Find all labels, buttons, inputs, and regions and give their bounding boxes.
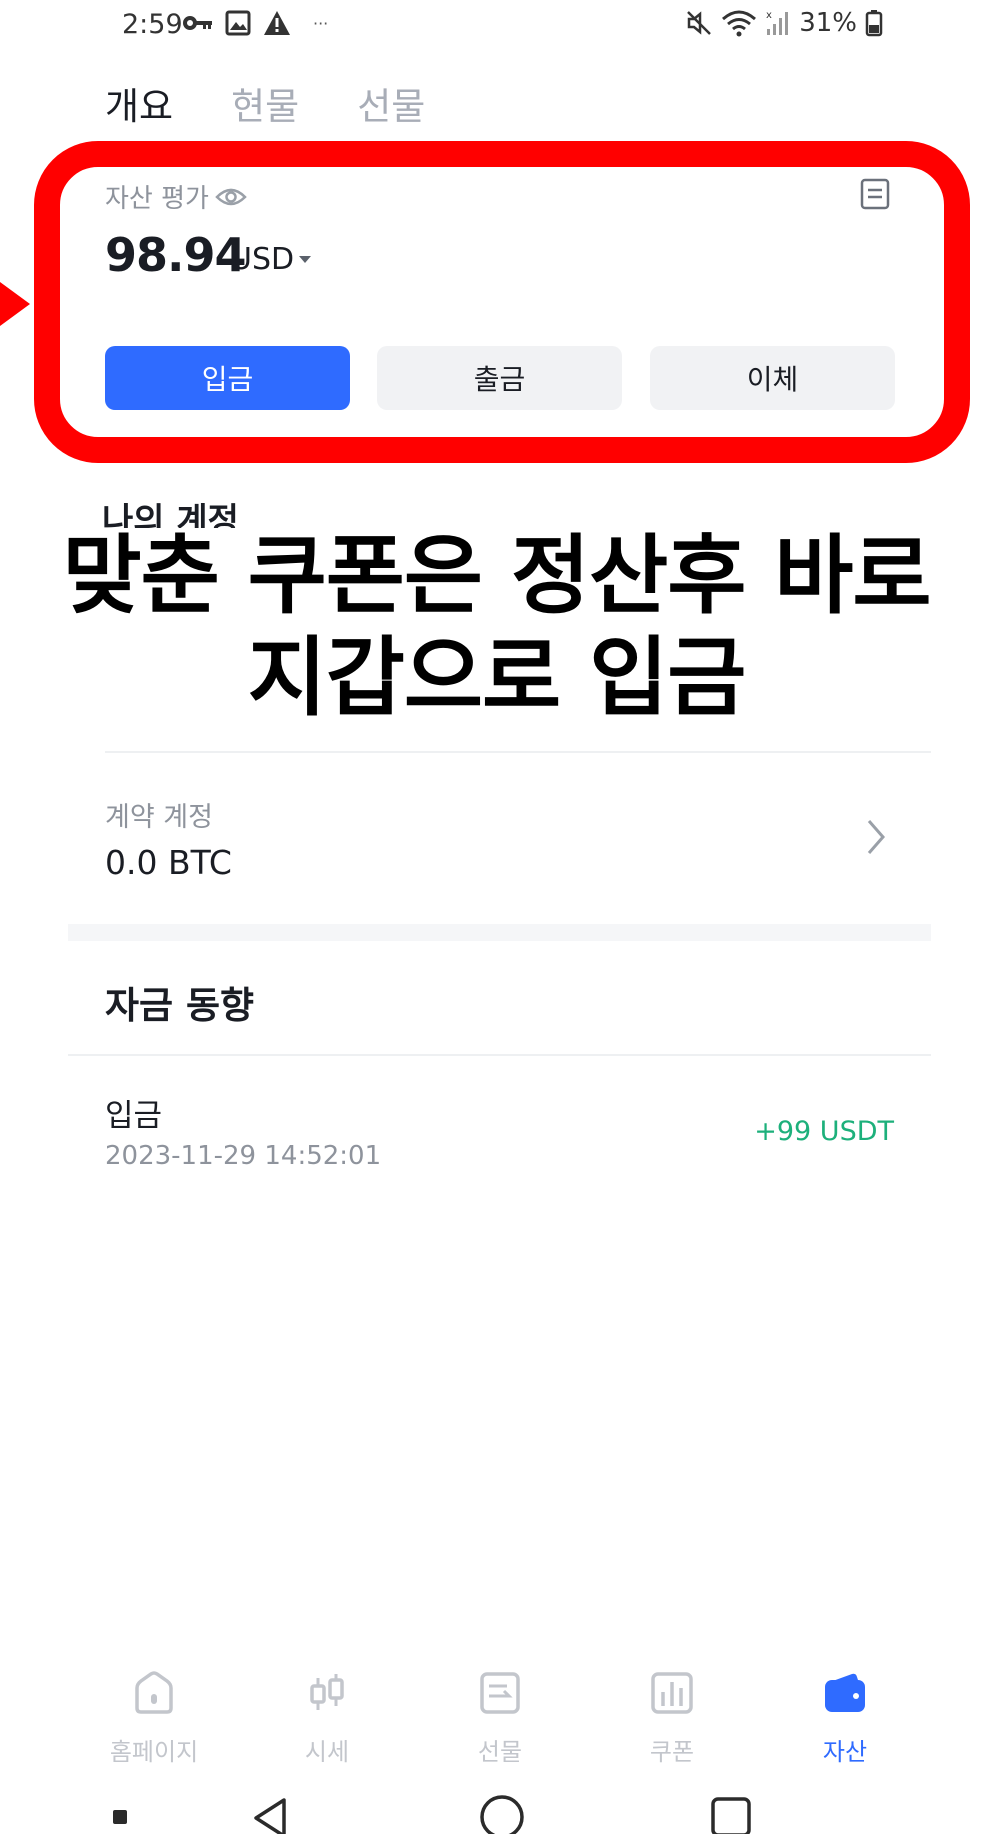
nav-label: 쿠폰	[649, 1738, 695, 1766]
key-icon	[183, 16, 212, 30]
contract-account-value: 0.0 BTC	[105, 843, 232, 882]
tab-overview[interactable]: 개요	[105, 76, 173, 130]
bottom-navigation: 홈페이지 시세 선물 쿠폰 자산	[0, 1670, 993, 1780]
tab-futures[interactable]: 선물	[357, 76, 425, 130]
nav-label: 자산	[822, 1738, 868, 1766]
recent-apps-icon[interactable]	[710, 1796, 752, 1834]
withdraw-button[interactable]: 출금	[377, 346, 622, 410]
my-account-title: 나의 계정	[102, 500, 239, 528]
asset-amount: 98.94	[105, 228, 247, 282]
coupon-chart-icon	[651, 1672, 693, 1714]
asset-valuation-label: 자산 평가	[105, 178, 247, 215]
svg-text:x: x	[766, 10, 772, 21]
back-icon[interactable]	[250, 1796, 290, 1834]
status-notification-icons: ···	[183, 10, 328, 36]
status-dot-icon	[113, 1810, 127, 1824]
divider	[68, 1054, 931, 1056]
system-navigation-bar	[0, 1790, 993, 1834]
caption-line-1: 맞춘 쿠폰은 정산후 바로	[62, 526, 931, 626]
wifi-icon	[722, 10, 757, 37]
asset-tabs: 개요 현물 선물	[105, 76, 425, 130]
caret-down-icon[interactable]	[298, 252, 312, 266]
image-icon	[225, 10, 251, 36]
nav-label: 선물	[477, 1738, 523, 1766]
candlestick-icon	[310, 1674, 344, 1710]
status-bar: 2:59 ··· x 31%	[0, 0, 993, 52]
nav-item-futures[interactable]: 선물	[430, 1670, 570, 1767]
signal-icon: x	[766, 10, 789, 35]
battery-icon	[865, 10, 883, 37]
record-date: 2023-11-29 14:52:01	[105, 1141, 382, 1171]
record-amount: +99 USDT	[754, 1116, 894, 1147]
record-type: 입금	[105, 1098, 163, 1134]
warning-icon	[264, 11, 290, 35]
home-button-icon[interactable]	[479, 1794, 525, 1834]
chevron-right-icon[interactable]	[866, 818, 886, 856]
transfer-button[interactable]: 이체	[650, 346, 895, 410]
nav-item-assets[interactable]: 자산	[775, 1670, 915, 1767]
tab-spot[interactable]: 현물	[231, 76, 299, 130]
contract-account-label: 계약 계정	[105, 802, 213, 833]
asset-unit[interactable]: USD	[230, 242, 294, 277]
status-time: 2:59	[122, 9, 183, 40]
funds-flow-title: 자금 동향	[105, 984, 255, 1027]
home-icon	[135, 1671, 173, 1714]
highlight-pointer	[0, 282, 30, 326]
ledger-icon[interactable]	[860, 178, 890, 210]
status-system-icons: x 31%	[685, 8, 883, 38]
eye-icon[interactable]	[215, 186, 247, 208]
nav-label: 시세	[304, 1738, 350, 1766]
futures-icon	[480, 1672, 520, 1714]
divider	[105, 751, 931, 753]
nav-label: 홈페이지	[109, 1738, 199, 1766]
section-separator	[68, 924, 931, 941]
mute-icon	[687, 11, 712, 35]
deposit-button[interactable]: 입금	[105, 346, 350, 410]
nav-item-market[interactable]: 시세	[257, 1670, 397, 1767]
nav-item-home[interactable]: 홈페이지	[84, 1670, 224, 1767]
wallet-icon	[825, 1673, 865, 1712]
caption-overlay: 맞춘 쿠폰은 정산후 바로 지갑으로 입금	[0, 525, 993, 729]
asset-label-text: 자산 평가	[105, 184, 209, 214]
nav-item-coupon[interactable]: 쿠폰	[602, 1670, 742, 1767]
caption-line-2: 지갑으로 입금	[247, 628, 747, 728]
more-notifications-icon: ···	[313, 13, 329, 33]
battery-percent: 31%	[799, 8, 857, 38]
